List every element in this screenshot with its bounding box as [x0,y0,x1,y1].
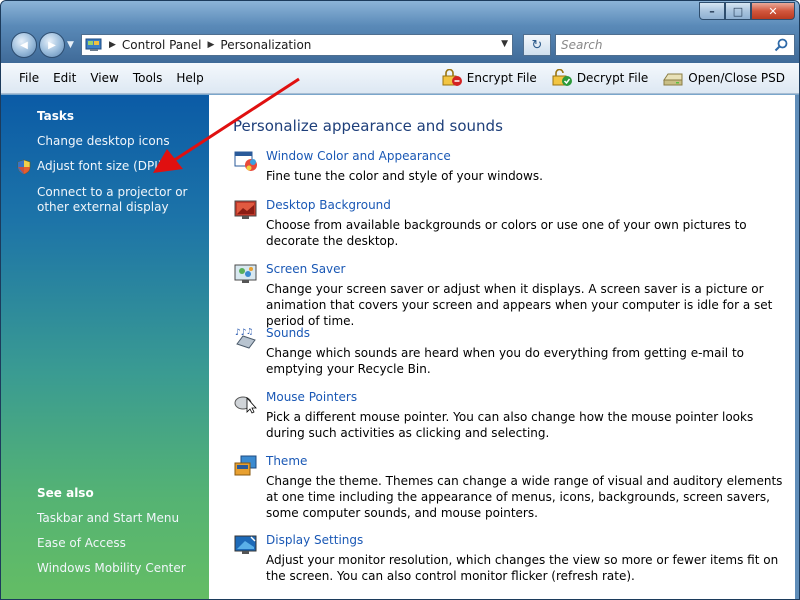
window-color-description: Fine tune the color and style of your wi… [266,169,543,183]
menu-edit[interactable]: Edit [46,71,83,85]
windows-mobility-center-link[interactable]: Windows Mobility Center [37,561,205,576]
mouse-pointers-description: Pick a different mouse pointer. You can … [266,410,754,440]
close-button[interactable]: ✕ [751,2,795,20]
see-also-heading: See also [37,486,94,500]
menu-file[interactable]: File [12,71,46,85]
display-settings-link[interactable]: Display Settings [266,533,363,547]
maximize-button[interactable]: □ [725,2,751,20]
recent-pages-dropdown-icon[interactable]: ▼ [67,40,74,50]
breadcrumb-separator-icon[interactable]: ▶ [109,40,116,50]
forward-button[interactable]: ▶ [39,32,65,58]
breadcrumb-personalization[interactable]: Personalization [220,38,311,52]
sounds-description: Change which sounds are heard when you d… [266,346,744,376]
connect-projector-link[interactable]: Connect to a projector or other external… [37,185,205,215]
theme-link[interactable]: Theme [266,454,307,468]
breadcrumb-control-panel[interactable]: Control Panel [122,38,202,52]
encrypt-file-icon [442,69,462,86]
control-panel-icon [85,38,102,51]
decrypt-file-label: Decrypt File [576,71,649,85]
sounds-link[interactable]: Sounds [266,326,310,340]
display-settings-description: Adjust your monitor resolution, which ch… [266,553,779,583]
taskbar-start-menu-link[interactable]: Taskbar and Start Menu [37,511,205,526]
encrypt-file-label: Encrypt File [466,71,537,85]
window-color-link[interactable]: Window Color and Appearance [266,149,451,163]
address-dropdown-icon[interactable]: ▼ [501,39,508,49]
encrypt-file-button[interactable]: Encrypt File [441,69,537,87]
theme-icon [234,455,257,476]
navigation-row: ◀ ▶ ▼ ▶ Control Panel ▶ Personalization … [9,32,795,58]
screen-saver-icon [234,264,257,283]
content-pane: Personalize appearance and sounds Window… [209,95,795,599]
forward-arrow-icon: ▶ [48,39,56,51]
adjust-font-size-link[interactable]: Adjust font size (DPI) [37,159,205,174]
menu-tools[interactable]: Tools [126,71,170,85]
menu-command-bar: File Edit View Tools Help Encrypt File D… [1,63,799,94]
drive-icon [663,73,683,86]
personalization-window: – □ ✕ ◀ ▶ ▼ ▶ Control Panel ▶ Personaliz… [0,0,800,600]
window-right-border [795,95,799,599]
desktop-background-link[interactable]: Desktop Background [266,198,391,212]
refresh-button[interactable]: ↻ [523,34,551,56]
uac-shield-icon [17,159,31,175]
search-input[interactable]: Search [555,34,795,56]
back-button[interactable]: ◀ [11,32,37,58]
open-close-psd-label: Open/Close PSD [688,71,785,85]
refresh-icon: ↻ [531,37,543,53]
theme-description: Change the theme. Themes can change a wi… [266,474,783,520]
task-pane: Tasks Change desktop icons Adjust font s… [1,95,209,599]
desktop-background-icon [234,200,257,219]
decrypt-file-icon [552,69,572,86]
svg-text:♪♪: ♪♪ [235,328,247,338]
search-icon[interactable] [774,38,788,52]
sounds-icon: ♪♪ ♫ [235,327,256,349]
page-title: Personalize appearance and sounds [233,117,503,135]
window-color-icon [234,151,257,171]
command-buttons: Encrypt File Decrypt File Open/Close PSD [441,69,785,87]
tasks-heading: Tasks [37,109,75,123]
menu-help[interactable]: Help [169,71,210,85]
ease-of-access-link[interactable]: Ease of Access [37,536,205,551]
mouse-pointer-icon [234,396,257,414]
search-placeholder: Search [561,38,603,52]
breadcrumb-separator-icon[interactable]: ▶ [208,40,215,50]
screen-saver-description: Change your screen saver or adjust when … [266,282,773,328]
title-bar: – □ ✕ ◀ ▶ ▼ ▶ Control Panel ▶ Personaliz… [1,1,799,63]
change-desktop-icons-link[interactable]: Change desktop icons [37,134,205,149]
desktop-background-description: Choose from available backgrounds or col… [266,218,747,248]
caption-buttons: – □ ✕ [699,2,795,20]
menu-view[interactable]: View [83,71,125,85]
back-arrow-icon: ◀ [20,39,28,51]
open-close-psd-button[interactable]: Open/Close PSD [662,69,785,87]
decrypt-file-button[interactable]: Decrypt File [551,69,648,87]
svg-text:♫: ♫ [246,327,253,336]
address-bar[interactable]: ▶ Control Panel ▶ Personalization ▼ [81,34,513,56]
display-settings-icon [234,535,257,554]
mouse-pointers-link[interactable]: Mouse Pointers [266,390,357,404]
screen-saver-link[interactable]: Screen Saver [266,262,345,276]
minimize-button[interactable]: – [699,2,725,20]
